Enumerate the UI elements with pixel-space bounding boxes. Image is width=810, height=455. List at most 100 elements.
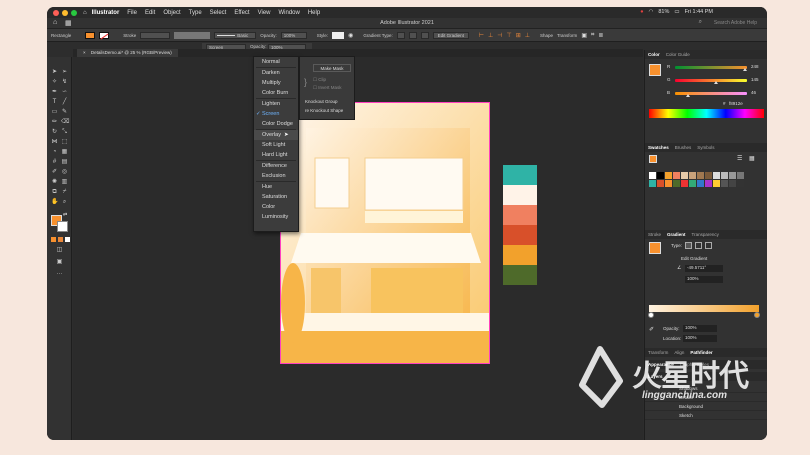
selection-tool-icon[interactable]: ➤ xyxy=(51,69,58,76)
help-search-input[interactable]: Search Adobe Help xyxy=(714,20,757,26)
swatch-fill-indicator[interactable] xyxy=(649,155,657,163)
battery-icon[interactable]: ▭ xyxy=(674,9,679,15)
make-mask-button[interactable]: Make Mask xyxy=(313,64,351,72)
blend-color-burn[interactable]: Color Burn xyxy=(254,88,298,98)
gradient-tool-icon[interactable]: ▤ xyxy=(61,159,68,166)
swatch[interactable] xyxy=(665,172,672,179)
aspect-ratio-field[interactable]: 100% xyxy=(685,276,723,283)
tab-color-guide[interactable]: Color Guide xyxy=(666,52,690,57)
blend-normal[interactable]: Normal xyxy=(254,57,298,67)
gradient-mode-icon[interactable] xyxy=(58,237,63,242)
swap-colors-icon[interactable]: ⇄ xyxy=(63,212,67,218)
r-value[interactable]: 248 xyxy=(751,64,759,69)
opacity-label[interactable]: Opacity: xyxy=(260,33,277,38)
pencil-tool-icon[interactable]: ✏ xyxy=(51,119,58,126)
eyedropper-icon[interactable]: ✐ xyxy=(649,326,654,333)
tab-stroke[interactable]: Stroke xyxy=(648,232,661,237)
close-window-button[interactable] xyxy=(53,9,59,16)
swatch[interactable] xyxy=(713,172,720,179)
type-tool-icon[interactable]: T xyxy=(51,99,58,106)
arrange-icon[interactable]: ≣ xyxy=(598,32,603,39)
tab-color[interactable]: Color xyxy=(648,52,660,57)
menu-select[interactable]: Select xyxy=(210,10,227,16)
app-menu[interactable]: Illustrator xyxy=(92,10,120,16)
scale-tool-icon[interactable]: ⤡ xyxy=(61,129,68,136)
swatch[interactable] xyxy=(689,180,696,187)
blend-soft-light[interactable]: Soft Light xyxy=(254,140,298,150)
wifi-icon[interactable]: ◠ xyxy=(649,9,654,15)
line-tool-icon[interactable]: ╱ xyxy=(61,99,68,106)
tab-gradient[interactable]: Gradient xyxy=(667,232,686,237)
swatch[interactable] xyxy=(705,172,712,179)
search-icon[interactable]: ⌕ xyxy=(699,19,702,26)
slice-tool-icon[interactable]: ⌿ xyxy=(61,189,68,196)
g-slider-thumb[interactable] xyxy=(714,81,719,84)
angle-field[interactable]: -49.5711° xyxy=(685,265,723,272)
align-top-icon[interactable]: ⊤ xyxy=(506,32,511,39)
rotate-tool-icon[interactable]: ↻ xyxy=(51,129,58,136)
blend-screen[interactable]: ✓ Screen xyxy=(254,109,298,119)
knockout-group-option[interactable]: Knockout Group xyxy=(305,99,338,104)
lasso-tool-icon[interactable]: ↯ xyxy=(61,79,68,86)
menu-object[interactable]: Object xyxy=(163,10,180,16)
align-right-icon[interactable]: ⊣ xyxy=(497,32,502,39)
transform-label[interactable]: Transform xyxy=(557,33,577,38)
swatch[interactable] xyxy=(721,180,728,187)
clip-checkbox[interactable]: ☐ Clip xyxy=(313,77,326,83)
hex-value[interactable]: f8912e xyxy=(729,101,743,106)
swatch[interactable] xyxy=(681,180,688,187)
zoom-window-button[interactable] xyxy=(71,9,77,16)
invert-mask-checkbox[interactable]: ☐ Invert Mask xyxy=(313,85,342,91)
g-slider[interactable] xyxy=(675,79,747,84)
tab-brushes[interactable]: Brushes xyxy=(675,145,692,150)
draw-mode-icon[interactable]: ◫ xyxy=(56,247,63,254)
swatch[interactable] xyxy=(657,172,664,179)
color-panel-fill[interactable] xyxy=(649,64,661,76)
none-mode-icon[interactable] xyxy=(65,237,70,242)
shape-label[interactable]: Shape xyxy=(540,33,553,38)
swatch[interactable] xyxy=(729,180,736,187)
swatch[interactable] xyxy=(657,180,664,187)
swatch[interactable] xyxy=(649,172,656,179)
linear-gradient-button[interactable] xyxy=(396,31,405,39)
rectangle-tool-icon[interactable]: ▭ xyxy=(51,109,58,116)
radial-gradient-button[interactable] xyxy=(408,31,417,39)
stroke-label[interactable]: Stroke xyxy=(123,33,136,38)
align-bottom-icon[interactable]: ⊥ xyxy=(525,32,530,39)
blend-overlay[interactable]: Overlay ➤ xyxy=(254,130,298,140)
gradient-location-field[interactable]: 100% xyxy=(683,335,717,342)
swatch[interactable] xyxy=(737,180,744,187)
linear-type-button[interactable] xyxy=(685,242,692,249)
swatch[interactable] xyxy=(649,180,656,187)
shape-builder-tool-icon[interactable]: ◔ xyxy=(51,149,58,156)
swatch[interactable] xyxy=(665,180,672,187)
close-tab-icon[interactable]: × xyxy=(83,50,86,55)
list-view-icon[interactable]: ☰ xyxy=(737,155,742,162)
artboard[interactable] xyxy=(280,102,490,364)
blend-color-dodge[interactable]: Color Dodge xyxy=(254,119,298,129)
screen-mode-icon[interactable]: ▣ xyxy=(56,259,63,266)
gradient-slider[interactable] xyxy=(649,305,759,312)
blend-tool-icon[interactable]: ◎ xyxy=(61,169,68,176)
blend-hard-light[interactable]: Hard Light xyxy=(254,150,298,160)
freeform-gradient-button[interactable] xyxy=(420,31,429,39)
edit-gradient-button[interactable]: Edit Gradient xyxy=(681,256,707,261)
direct-selection-tool-icon[interactable]: ➢ xyxy=(61,69,68,76)
symbol-sprayer-tool-icon[interactable]: ✺ xyxy=(51,179,58,186)
perspective-grid-tool-icon[interactable]: ▦ xyxy=(61,149,68,156)
mesh-tool-icon[interactable]: # xyxy=(51,159,58,166)
graphic-style-swatch[interactable] xyxy=(332,31,345,39)
document-tab[interactable]: × DetailsDemo.ai* @ 25 % (RGB/Preview) xyxy=(77,49,178,57)
gradient-preview-swatch[interactable] xyxy=(649,242,661,254)
isolate-icon[interactable]: ▣ xyxy=(581,32,587,39)
b-value[interactable]: 46 xyxy=(751,90,756,95)
opacity-field[interactable]: 100% xyxy=(280,31,307,39)
curvature-tool-icon[interactable]: ∽ xyxy=(61,89,68,96)
blend-darken[interactable]: Darken xyxy=(254,68,298,78)
eyedropper-tool-icon[interactable]: ✐ xyxy=(51,169,58,176)
align-middle-icon[interactable]: ⊞ xyxy=(516,32,521,39)
grid-view-icon[interactable]: ▦ xyxy=(749,155,755,162)
stroke-swatch[interactable] xyxy=(99,31,110,39)
swatch[interactable] xyxy=(689,172,696,179)
graph-tool-icon[interactable]: ▥ xyxy=(61,179,68,186)
